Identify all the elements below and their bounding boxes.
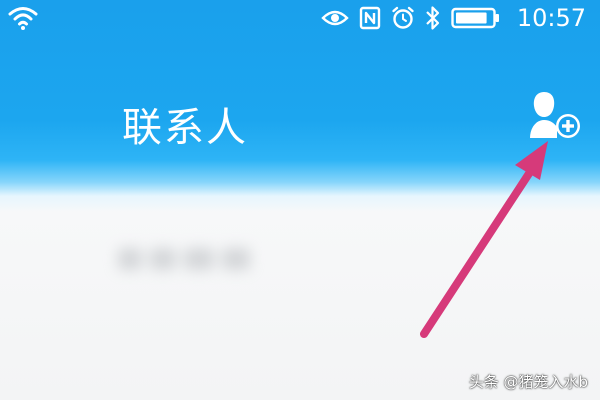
watermark: 头条 @猪笼入水b (468, 373, 588, 391)
blurred-list-item[interactable] (118, 248, 268, 274)
status-time: 10:57 (516, 4, 586, 32)
eye-icon (321, 10, 349, 26)
status-icons: 10:57 (321, 3, 586, 33)
bluetooth-icon (426, 6, 439, 30)
alarm-icon (392, 6, 414, 29)
add-contact-button[interactable] (526, 86, 586, 146)
contacts-screen: 10:57 联系人 头条 @猪笼入水b (0, 0, 600, 400)
wifi-icon (8, 7, 38, 30)
status-bar: 10:57 (0, 0, 600, 38)
annotation-arrow (420, 141, 548, 338)
battery-icon (451, 7, 499, 29)
page-title: 联系人 (122, 105, 248, 151)
add-contact-icon (530, 92, 580, 138)
nfc-icon (359, 6, 381, 30)
